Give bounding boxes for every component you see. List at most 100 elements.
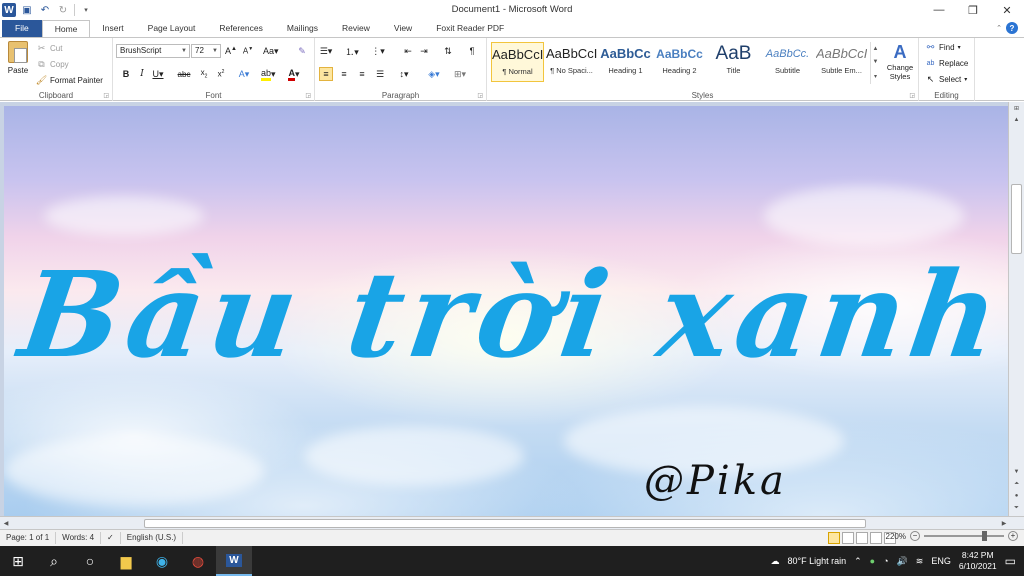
show-hide-button[interactable]: ¶ xyxy=(465,44,479,58)
scroll-thumb[interactable] xyxy=(1011,184,1022,254)
zoom-in-icon[interactable]: + xyxy=(1008,531,1018,541)
italic-button[interactable]: I xyxy=(135,67,149,81)
font-launcher-icon[interactable]: ◲ xyxy=(305,92,311,99)
sort-button[interactable]: ⇅ xyxy=(441,44,455,58)
bold-button[interactable]: B xyxy=(119,67,133,81)
change-styles-button[interactable]: A Change Styles xyxy=(883,41,917,87)
tab-file[interactable]: File xyxy=(2,20,42,37)
ruler-toggle-icon[interactable]: ⊞ xyxy=(1009,102,1024,114)
next-page-icon[interactable]: ⏷ xyxy=(1009,502,1024,514)
clock[interactable]: 8:42 PM 6/10/2021 xyxy=(959,550,997,572)
tab-mailings[interactable]: Mailings xyxy=(275,20,330,37)
start-windows-icon[interactable]: ⊞ xyxy=(0,546,36,576)
zoom-slider-knob[interactable] xyxy=(982,531,987,541)
scroll-right-icon[interactable]: ▶ xyxy=(998,517,1010,529)
replace-button[interactable]: ab Replace xyxy=(925,56,969,70)
task-view-icon[interactable]: ○ xyxy=(72,546,108,576)
zoom-slider[interactable] xyxy=(924,531,1004,541)
style-subtle-emphasis[interactable]: AaBbCcI Subtle Em... xyxy=(815,42,868,82)
shrink-font-button[interactable]: A▼ xyxy=(241,44,255,58)
numbering-button[interactable]: ⒈▾ xyxy=(345,44,359,58)
word-count[interactable]: Words: 4 xyxy=(56,532,102,544)
undo-icon[interactable]: ↶ xyxy=(38,3,52,17)
tab-foxit-reader-pdf[interactable]: Foxit Reader PDF xyxy=(424,20,516,37)
zoom-out-icon[interactable]: − xyxy=(910,531,920,541)
find-button[interactable]: ⚯ Find ▾ xyxy=(925,40,961,54)
minimize-ribbon-icon[interactable]: ⌃ xyxy=(996,24,1002,32)
font-size-combo[interactable]: 72 ▼ xyxy=(191,44,221,58)
borders-button[interactable]: ⊞▾ xyxy=(453,67,467,81)
style-normal[interactable]: AaBbCcI ¶ Normal xyxy=(491,42,544,82)
line-spacing-button[interactable]: ↕▾ xyxy=(397,67,411,81)
security-icon[interactable]: ● xyxy=(870,556,875,566)
proofing-icon[interactable]: ✓ xyxy=(101,532,121,544)
tab-insert[interactable]: Insert xyxy=(90,20,135,37)
file-explorer-icon[interactable]: ▆ xyxy=(108,546,144,576)
document-page[interactable]: Bầu trời xanh @Pika xyxy=(4,106,1008,516)
decrease-indent-button[interactable]: ⇤ xyxy=(401,44,415,58)
web-layout-view-icon[interactable] xyxy=(856,532,868,544)
volume-icon[interactable]: 🔊 xyxy=(897,556,908,567)
edge-browser-icon[interactable]: ◉ xyxy=(144,546,180,576)
network-icon[interactable]: ◔ xyxy=(883,556,888,566)
minimize-icon[interactable]: — xyxy=(922,0,956,20)
style-no-spacing[interactable]: AaBbCcI ¶ No Spaci... xyxy=(545,42,598,82)
language[interactable]: English (U.S.) xyxy=(121,532,184,544)
horizontal-scrollbar[interactable]: ◀ ▶ xyxy=(0,516,1024,529)
font-name-combo[interactable]: BrushScript ▼ xyxy=(116,44,190,58)
chevron-up-icon[interactable]: ⌃ xyxy=(854,556,862,567)
previous-page-icon[interactable]: ⏶ xyxy=(1009,478,1024,490)
style-heading-1[interactable]: AaBbCc Heading 1 xyxy=(599,42,652,82)
print-layout-view-icon[interactable] xyxy=(828,532,840,544)
help-icon[interactable]: ? xyxy=(1006,22,1018,34)
chevron-up-icon[interactable]: ▲ xyxy=(873,46,879,52)
scroll-left-icon[interactable]: ◀ xyxy=(0,517,12,529)
subscript-button[interactable]: x2 xyxy=(197,67,211,81)
weather-cloud-icon[interactable]: ☁ xyxy=(770,556,779,567)
scroll-up-icon[interactable]: ▲ xyxy=(1009,114,1024,126)
font-color-button[interactable]: A ▾ xyxy=(287,67,301,81)
style-title[interactable]: AaB Title xyxy=(707,42,760,82)
zoom-level[interactable]: 220% xyxy=(886,532,906,541)
align-center-button[interactable]: ≡ xyxy=(337,67,351,81)
tab-home[interactable]: Home xyxy=(41,20,91,38)
tab-review[interactable]: Review xyxy=(330,20,382,37)
superscript-button[interactable]: x2 xyxy=(214,67,228,81)
restore-icon[interactable]: ❐ xyxy=(956,0,990,20)
shading-button[interactable]: ◈▾ xyxy=(427,67,441,81)
full-screen-reading-view-icon[interactable] xyxy=(842,532,854,544)
document-signature[interactable]: @Pika xyxy=(644,458,787,504)
redo-icon[interactable]: ↻ xyxy=(56,3,70,17)
document-heading[interactable]: Bầu trời xanh xyxy=(12,245,1008,384)
more-icon[interactable]: ▾ xyxy=(874,73,877,80)
page-count[interactable]: Page: 1 of 1 xyxy=(0,532,57,544)
input-language[interactable]: ENG xyxy=(931,556,951,566)
align-right-button[interactable]: ≡ xyxy=(355,67,369,81)
notifications-icon[interactable]: ▭ xyxy=(1005,554,1016,568)
save-icon[interactable]: ▣ xyxy=(20,3,34,17)
word-taskbar-icon[interactable]: W xyxy=(216,546,252,576)
styles-launcher-icon[interactable]: ◲ xyxy=(909,92,915,99)
wifi-icon[interactable]: ≋ xyxy=(916,556,924,567)
browse-object-icon[interactable]: ● xyxy=(1009,490,1024,502)
copy-button[interactable]: ⧉ Copy xyxy=(36,57,68,71)
paragraph-launcher-icon[interactable]: ◲ xyxy=(477,92,483,99)
styles-gallery-scroll[interactable]: ▲ ▼ ▾ xyxy=(870,42,880,84)
scroll-thumb[interactable] xyxy=(144,519,866,528)
select-button[interactable]: ↖ Select ▾ xyxy=(925,72,968,86)
bullets-button[interactable]: ☰▾ xyxy=(319,44,333,58)
clipboard-launcher-icon[interactable]: ◲ xyxy=(103,92,109,99)
justify-button[interactable]: ☰ xyxy=(373,67,387,81)
text-effects-button[interactable]: A▾ xyxy=(237,67,251,81)
tab-page-layout[interactable]: Page Layout xyxy=(136,20,208,37)
cut-button[interactable]: ✂ Cut xyxy=(36,41,63,55)
change-case-button[interactable]: Aa▾ xyxy=(263,44,279,58)
customize-qat-icon[interactable]: ▾ xyxy=(79,3,93,17)
tab-references[interactable]: References xyxy=(207,20,274,37)
paste-button[interactable]: Paste xyxy=(4,41,32,85)
increase-indent-button[interactable]: ⇥ xyxy=(417,44,431,58)
grow-font-button[interactable]: A▲ xyxy=(224,44,238,58)
close-icon[interactable]: ✕ xyxy=(990,0,1024,20)
tab-view[interactable]: View xyxy=(382,20,424,37)
clear-formatting-button[interactable]: ✎ xyxy=(295,44,309,58)
